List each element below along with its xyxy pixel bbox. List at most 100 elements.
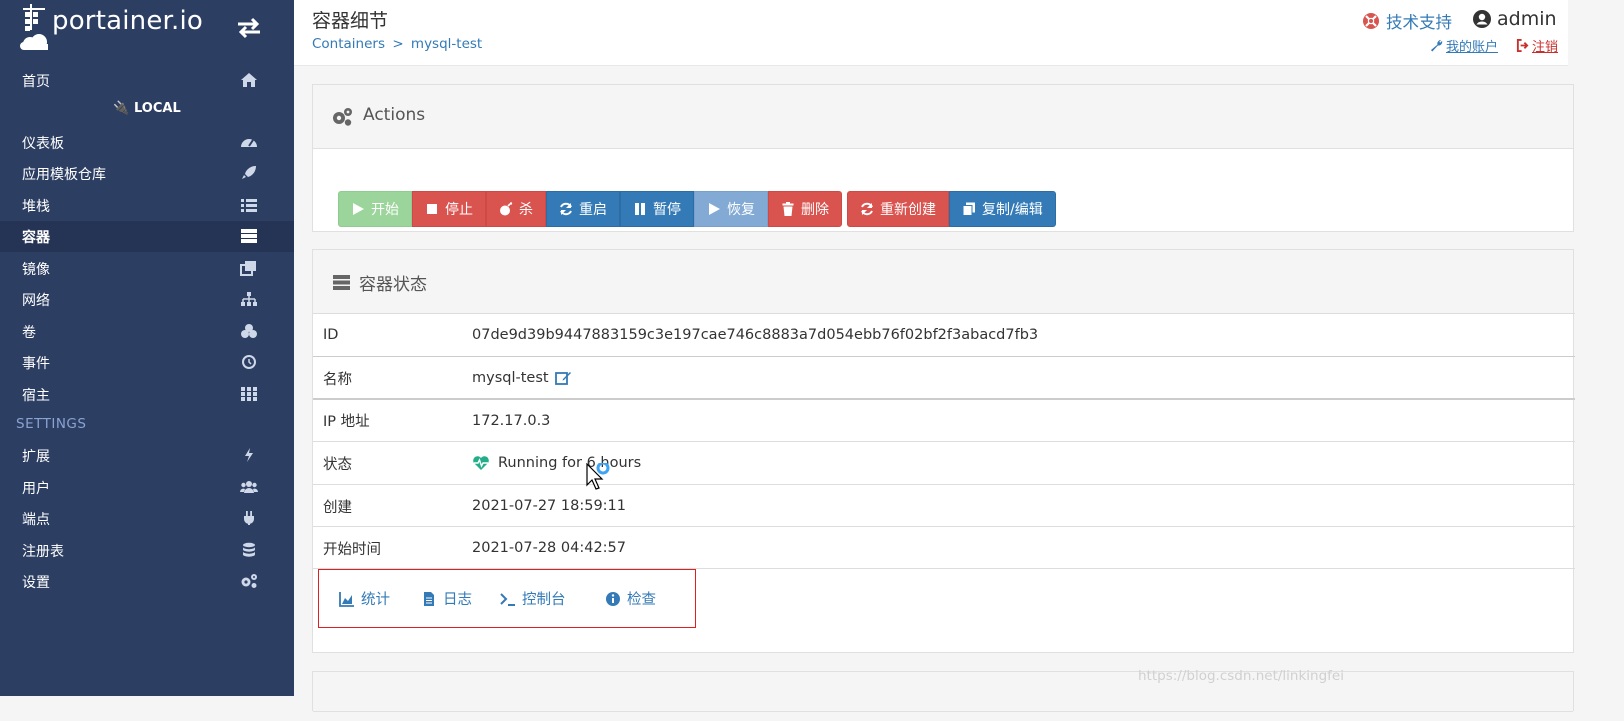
breadcrumb-current[interactable]: mysql-test (411, 36, 482, 52)
recreate-button[interactable]: 重新创建 (847, 191, 949, 227)
sidebar-item-label: 应用模板仓库 (22, 166, 106, 183)
rocket-icon (242, 166, 256, 179)
my-account-label: 我的账户 (1446, 40, 1499, 55)
sidebar-item-settings[interactable]: 设置 (0, 566, 294, 597)
wrench-icon (1430, 39, 1443, 52)
pause-button[interactable]: 暂停 (620, 191, 694, 227)
sidebar-item-label: 宿主 (22, 387, 50, 404)
logs-link[interactable]: 日志 (421, 588, 472, 609)
username: admin (1497, 8, 1557, 30)
top-header: 容器细节 Containers > mysql-test 技术支持 admin … (294, 0, 1568, 66)
stop-icon (427, 204, 437, 214)
row-key: 名称 (323, 371, 352, 388)
recreate-label: 重新创建 (880, 202, 936, 218)
remove-label: 删除 (801, 202, 829, 218)
actions-panel-header: Actions (313, 85, 1573, 149)
stop-label: 停止 (445, 202, 473, 218)
sidebar-item-dashboard[interactable]: 仪表板 (0, 127, 294, 158)
settings-section-label: SETTINGS (16, 416, 87, 432)
brand-text: portainer.io (52, 6, 204, 36)
container-edit-group: 重新创建 复制/编辑 (847, 191, 1056, 227)
start-button[interactable]: 开始 (338, 191, 412, 227)
stats-link[interactable]: 统计 (339, 588, 390, 609)
row-value: 2021-07-27 18:59:11 (472, 498, 626, 514)
breadcrumb: Containers > mysql-test (312, 36, 482, 52)
file-text-icon (424, 591, 434, 606)
dashboard-icon (241, 139, 257, 147)
action-buttons: 开始 停止 杀 重启 暂停 恢复 删除 重新创建 复制/编辑 (338, 191, 1061, 227)
remove-button[interactable]: 删除 (768, 191, 842, 227)
sidebar-item-templates[interactable]: 应用模板仓库 (0, 158, 294, 189)
sidebar-item-containers[interactable]: 容器 (0, 221, 294, 252)
sidebar-item-host[interactable]: 宿主 (0, 379, 294, 410)
sidebar-item-registries[interactable]: 注册表 (0, 535, 294, 566)
kill-button[interactable]: 杀 (486, 191, 546, 227)
sidebar-item-label: 注册表 (22, 543, 64, 560)
plug-icon: 🔌 (113, 101, 130, 116)
sidebar-item-images[interactable]: 镜像 (0, 253, 294, 284)
sidebar-item-extensions[interactable]: 扩展 (0, 440, 294, 471)
sidebar-item-endpoints[interactable]: 端点 (0, 503, 294, 534)
my-account-link[interactable]: 我的账户 (1430, 36, 1498, 55)
portainer-logo-icon (20, 4, 48, 50)
stop-button[interactable]: 停止 (412, 191, 486, 227)
server-icon (333, 275, 350, 290)
status-row-started: 开始时间 2021-07-28 04:42:57 (313, 526, 1575, 569)
clone-icon (240, 261, 256, 276)
sidebar-item-stacks[interactable]: 堆栈 (0, 190, 294, 221)
user-circle-icon (1473, 10, 1491, 28)
resume-button[interactable]: 恢复 (694, 191, 768, 227)
support-link[interactable]: 技术支持 (1362, 9, 1452, 33)
sidebar-item-users[interactable]: 用户 (0, 472, 294, 503)
sidebar-item-events[interactable]: 事件 (0, 347, 294, 378)
exchange-icon[interactable] (236, 16, 262, 40)
sidebar: portainer.io 首页 🔌 LOCAL 仪表板 应用模板仓库 堆栈 容器… (0, 0, 294, 696)
restart-button[interactable]: 重启 (546, 191, 620, 227)
area-chart-icon (339, 591, 354, 607)
inspect-link[interactable]: 检查 (605, 588, 656, 609)
actions-title: Actions (363, 105, 426, 125)
container-status-panel: 容器状态 ID 07de9d39b9447883159c3e197cae746c… (312, 249, 1575, 653)
play-icon (353, 203, 364, 215)
refresh-icon (560, 202, 572, 216)
main-content: 容器细节 Containers > mysql-test 技术支持 admin … (294, 0, 1575, 712)
refresh-icon (861, 202, 873, 216)
status-row-ip: IP 地址 172.17.0.3 (313, 398, 1575, 441)
endpoint-name: LOCAL (133, 101, 181, 116)
cogs-icon (333, 108, 352, 126)
sidebar-item-label: 端点 (22, 511, 50, 528)
copy-icon (962, 202, 975, 216)
resume-label: 恢复 (727, 202, 755, 218)
edit-icon[interactable] (554, 370, 572, 386)
access-control-header (313, 672, 1573, 712)
row-value: 07de9d39b9447883159c3e197cae746c8883a7d0… (472, 327, 1038, 343)
row-key: 状态 (323, 456, 352, 473)
mouse-cursor-icon (586, 463, 610, 490)
cubes-icon (241, 324, 257, 338)
endpoint-header: 🔌 LOCAL (0, 101, 294, 123)
duplicate-edit-label: 复制/编辑 (982, 202, 1043, 218)
console-link[interactable]: 控制台 (500, 588, 566, 609)
pause-icon (635, 203, 645, 215)
ip-address: 172.17.0.3 (472, 412, 551, 429)
status-title: 容器状态 (359, 275, 427, 295)
sidebar-item-volumes[interactable]: 卷 (0, 316, 294, 347)
breadcrumb-containers-link[interactable]: Containers (312, 36, 385, 52)
logout-link[interactable]: 注销 (1516, 36, 1558, 55)
created-time: 2021-07-27 18:59:11 (472, 498, 626, 514)
user-menu[interactable]: admin (1472, 8, 1557, 30)
row-key: 创建 (323, 499, 352, 516)
users-icon (240, 481, 258, 493)
brand: portainer.io (0, 0, 294, 64)
duplicate-edit-button[interactable]: 复制/编辑 (949, 191, 1056, 227)
container-id: 07de9d39b9447883159c3e197cae746c8883a7d0… (472, 327, 1039, 343)
logs-label: 日志 (443, 592, 472, 608)
quick-actions-highlight: 统计 日志 控制台 检查 (318, 569, 696, 628)
container-name: mysql-test (472, 370, 549, 386)
restart-label: 重启 (579, 202, 607, 218)
history-icon (242, 355, 256, 369)
sidebar-item-networks[interactable]: 网络 (0, 284, 294, 315)
sidebar-item-home[interactable]: 首页 (0, 65, 294, 96)
bomb-icon (500, 202, 513, 216)
sidebar-item-label: 仪表板 (22, 135, 64, 152)
